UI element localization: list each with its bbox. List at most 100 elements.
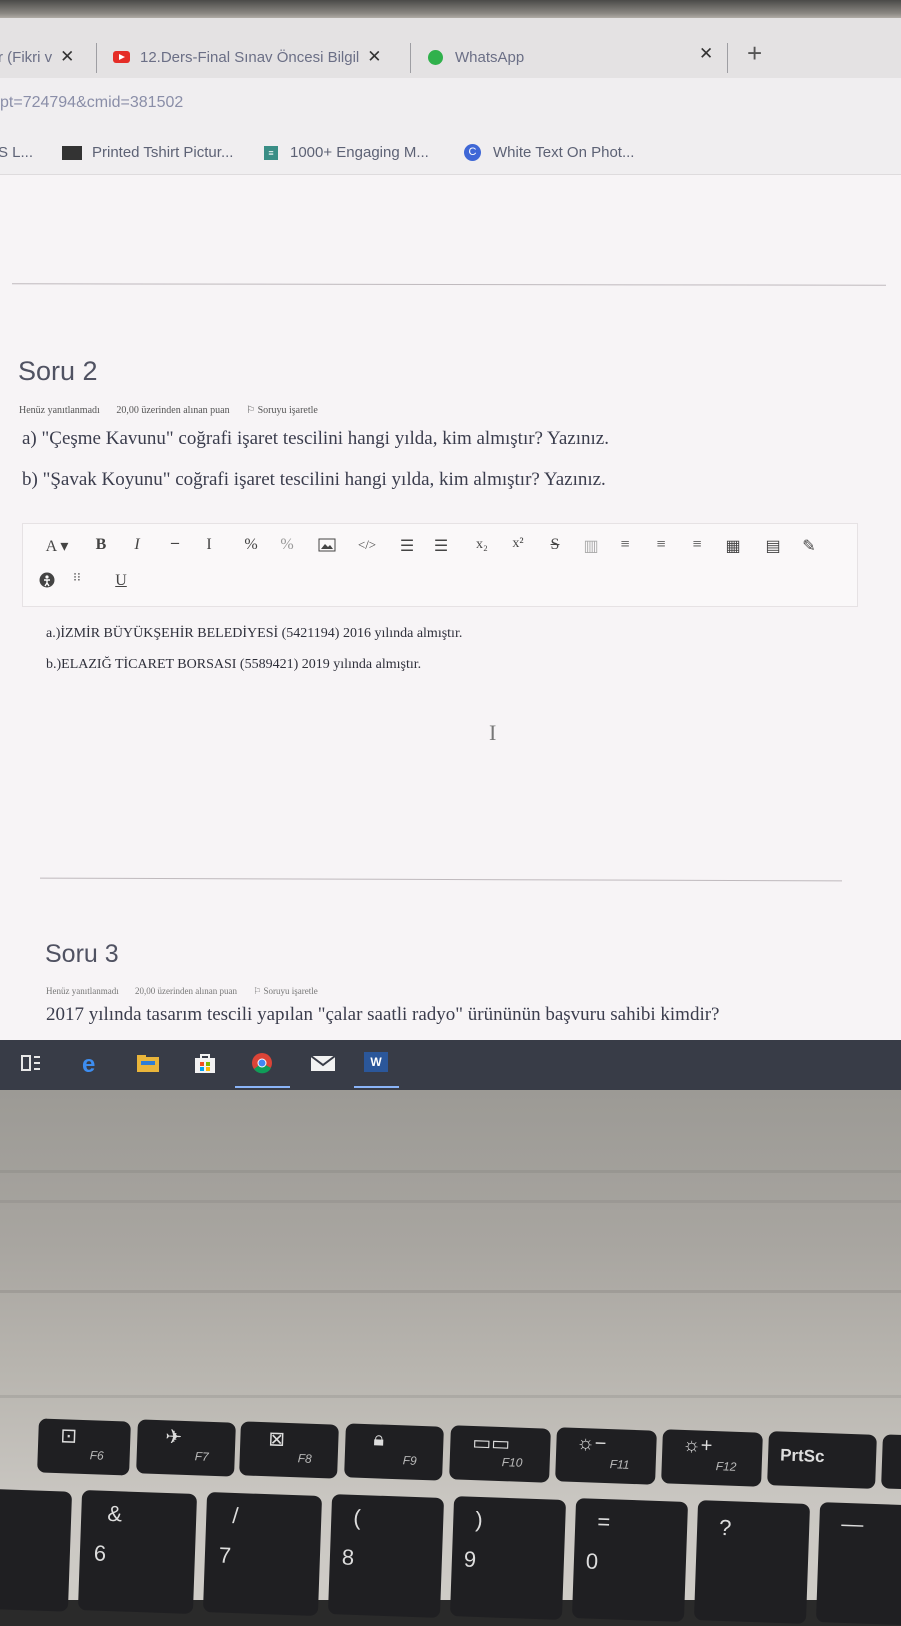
key-next[interactable] (881, 1434, 901, 1490)
answer-line-b[interactable]: b.)ELAZIĞ TİCARET BORSASI (5589421) 2019… (46, 657, 421, 673)
superscript-button[interactable]: x² (507, 536, 529, 552)
browser-window: r (Fikri v ✕ 12.Ders-Final Sınav Öncesi … (0, 18, 901, 1063)
edit-icon[interactable]: ✎ (799, 536, 819, 556)
hinge-line (0, 1395, 901, 1398)
bookmark-label: White Text On Phot... (493, 144, 635, 161)
bookmarks-bar: S L... Printed Tshirt Pictur... ≡ 1000+ … (0, 124, 901, 175)
key-9[interactable]: ) 9 (449, 1496, 567, 1620)
divider (40, 877, 842, 882)
clear-format-button[interactable]: I (199, 536, 219, 554)
bookmark-item[interactable]: Printed Tshirt Pictur... (62, 144, 233, 161)
question-meta: Henüz yanıtlanmadı 20,00 üzerinden alına… (19, 405, 346, 416)
close-icon[interactable]: ✕ (699, 44, 713, 64)
align-right-icon[interactable]: ≡ (687, 536, 707, 554)
tab-label: 12.Ders-Final Sınav Öncesi Bilgil (140, 48, 360, 66)
whatsapp-icon (428, 49, 443, 65)
question-title: Soru 3 (45, 940, 119, 968)
tab-whatsapp[interactable]: WhatsApp (428, 44, 524, 70)
bold-button[interactable]: B (91, 536, 111, 554)
image-icon[interactable] (317, 538, 337, 557)
flag-question-link[interactable]: ⚐ Soruyu işaretle (246, 405, 332, 416)
question-text-a: a) "Çeşme Kavunu" coğrafi işaret tescili… (22, 428, 609, 449)
bookmark-icon: ≡ (264, 145, 278, 160)
align-center-icon[interactable]: ≡ (651, 536, 671, 554)
flag-question-link[interactable]: ⚐ Soruyu işaretle (253, 986, 332, 996)
link-icon[interactable]: % (241, 536, 261, 554)
bookmark-item[interactable]: S L... (0, 144, 33, 161)
svg-text:e: e (82, 1052, 95, 1074)
question-points: 20,00 üzerinden alınan puan (116, 405, 230, 416)
laptop-body: ⊡ F6 ✈ F7 ⊠ F8 🔒︎ F9 ▭▭ F10 ☼− F11 ☼+ F12 PrtSc… (0, 1090, 901, 1626)
special-chars-icon[interactable]: ⁝⁝ (67, 570, 87, 585)
edge-icon[interactable]: e (80, 1051, 104, 1078)
key-dash[interactable]: — (815, 1502, 901, 1626)
numbered-list-icon[interactable]: ☰ (431, 536, 451, 556)
active-indicator (354, 1086, 399, 1088)
key-f12[interactable]: ☼+ F12 (661, 1429, 763, 1487)
close-icon[interactable]: ✕ (60, 47, 74, 67)
align-left-icon[interactable]: ≡ (615, 536, 635, 554)
question-text: 2017 yılında tasarım tescili yapılan "ça… (46, 1004, 720, 1025)
tab-separator (410, 43, 411, 73)
calculator-icon[interactable]: ▤ (763, 536, 783, 556)
font-menu-button[interactable]: A ▾ (37, 536, 77, 556)
bookmark-label: Printed Tshirt Pictur... (92, 144, 234, 161)
italic-button[interactable]: I (127, 536, 147, 554)
file-explorer-icon[interactable] (136, 1052, 160, 1074)
tab-fikri[interactable]: r (Fikri v ✕ (0, 44, 74, 70)
code-icon[interactable]: </> (355, 537, 379, 553)
question-title: Soru 2 (18, 356, 98, 386)
bookmark-item[interactable]: C White Text On Phot... (464, 144, 634, 161)
tab-youtube-lesson[interactable]: 12.Ders-Final Sınav Öncesi Bilgil ✕ (113, 44, 382, 70)
answer-line-a[interactable]: a.)İZMİR BÜYÜKŞEHİR BELEDİYESİ (5421194)… (46, 626, 462, 642)
store-icon[interactable] (193, 1052, 217, 1074)
word-icon[interactable]: W (364, 1052, 390, 1074)
bookmark-icon: C (464, 144, 481, 161)
bullet-list-icon[interactable]: ☰ (397, 536, 417, 556)
key-0[interactable]: = 0 (571, 1498, 689, 1622)
key-f10[interactable]: ▭▭ F10 (449, 1425, 551, 1483)
key-5[interactable] (0, 1488, 73, 1612)
divider (11, 283, 887, 286)
question-meta: Henüz yanıtlanmadı 20,00 üzerinden alına… (46, 986, 346, 997)
address-text: pt=724794&cmid=381502 (0, 94, 184, 111)
bookmark-icon (62, 145, 82, 160)
strikethrough-button[interactable]: S (545, 536, 565, 554)
task-view-icon[interactable] (20, 1052, 44, 1074)
flag-label: Soruyu işaretle (257, 405, 318, 416)
question-points: 20,00 üzerinden alınan puan (134, 986, 237, 996)
key-f7[interactable]: ✈ F7 (136, 1419, 236, 1477)
address-bar[interactable]: pt=724794&cmid=381502 (0, 78, 901, 124)
key-8[interactable]: ( 8 (327, 1494, 445, 1618)
horizontal-rule-button[interactable]: – (165, 534, 185, 552)
key-f8[interactable]: ⊠ F8 (239, 1421, 339, 1479)
word-icon-label: W (364, 1052, 388, 1072)
chrome-icon[interactable] (250, 1052, 274, 1074)
hinge-line (0, 1200, 901, 1203)
mail-icon[interactable] (310, 1052, 336, 1074)
grid-icon[interactable]: ▦ (723, 536, 743, 556)
question-status: Henüz yanıtlanmadı (46, 986, 119, 996)
active-indicator (235, 1086, 290, 1088)
new-tab-button[interactable]: + (747, 38, 762, 69)
key-6[interactable]: & 6 (77, 1490, 198, 1614)
accessibility-icon[interactable] (37, 572, 57, 593)
underline-button[interactable]: U (111, 572, 131, 590)
subscript-button[interactable]: x₂ (471, 537, 493, 553)
key-prtsc[interactable]: PrtSc (767, 1431, 877, 1489)
hinge-line (0, 1290, 901, 1293)
bookmark-item[interactable]: ≡ 1000+ Engaging M... (264, 144, 429, 161)
unlink-icon[interactable]: % (277, 536, 297, 554)
key-question[interactable]: ? (693, 1500, 811, 1624)
youtube-icon (113, 51, 130, 63)
tab-label: WhatsApp (455, 48, 525, 66)
bookmark-label: 1000+ Engaging M... (290, 144, 429, 161)
key-f6[interactable]: ⊡ F6 (37, 1418, 131, 1476)
table-icon[interactable]: ▥ (581, 536, 601, 556)
tab-label: r (Fikri v (0, 48, 53, 66)
key-7[interactable]: / 7 (202, 1492, 323, 1616)
flag-label: Soruyu işaretle (263, 986, 318, 996)
key-f11[interactable]: ☼− F11 (555, 1427, 657, 1485)
close-icon[interactable]: ✕ (367, 47, 381, 67)
key-f9[interactable]: 🔒︎ F9 (344, 1423, 444, 1481)
